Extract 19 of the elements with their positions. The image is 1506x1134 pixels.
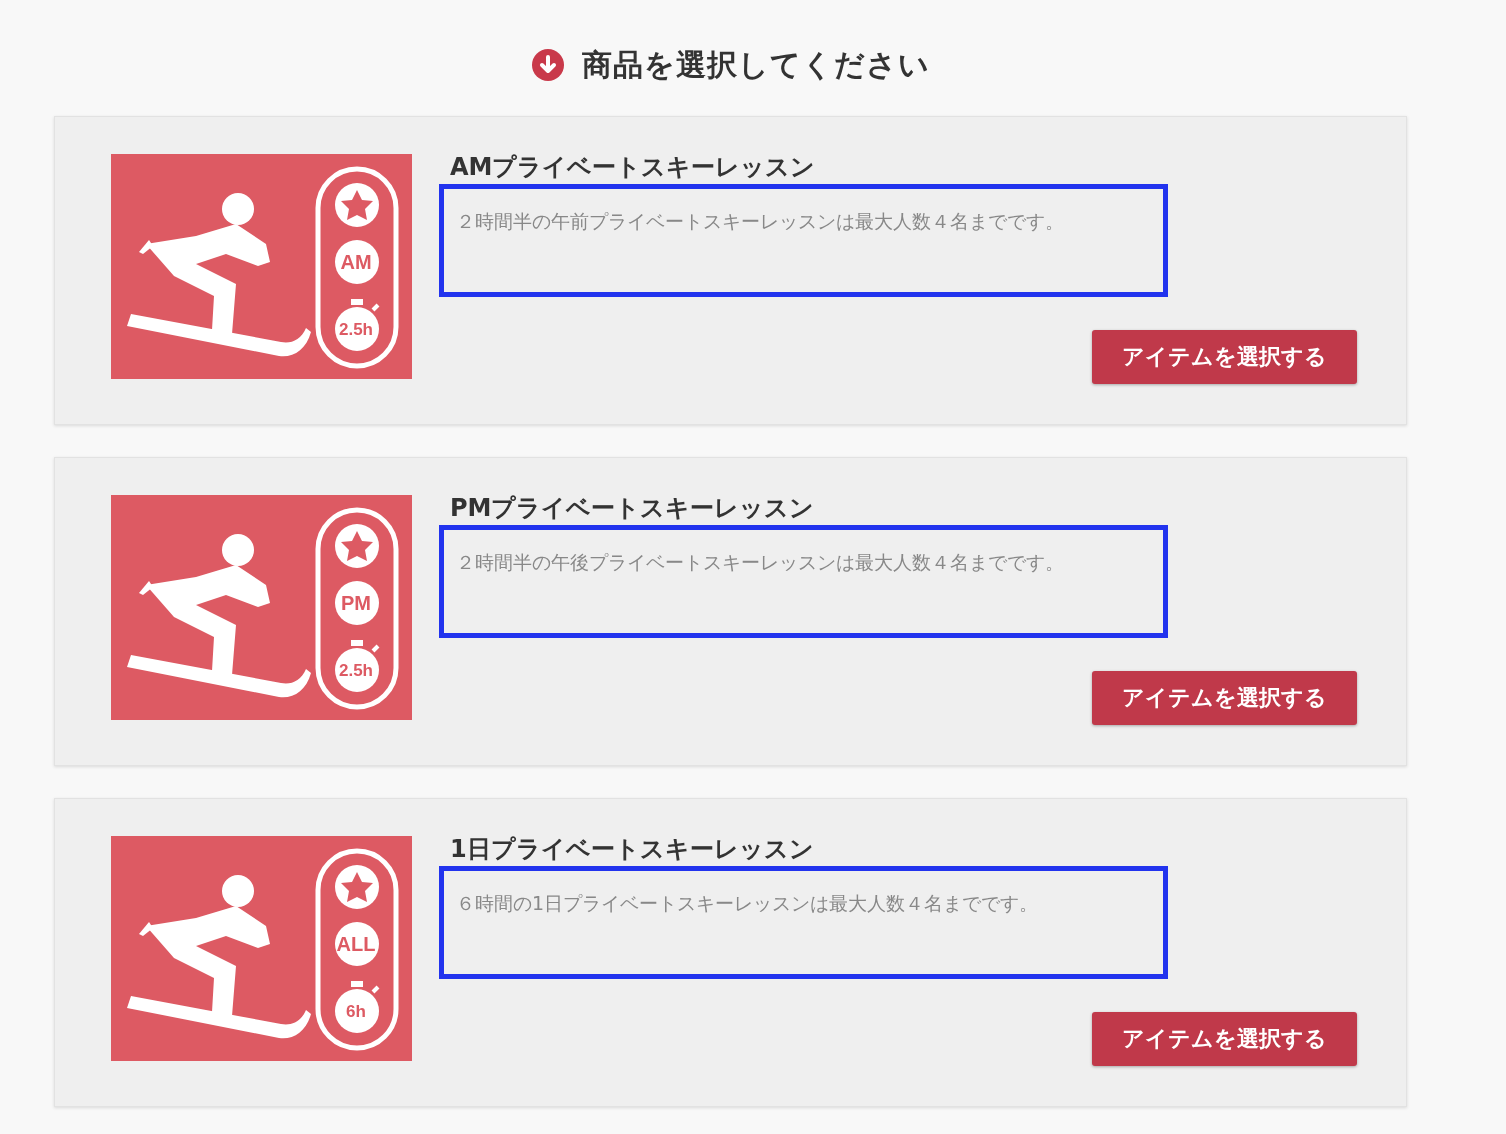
duration-label: 2.5h	[338, 320, 374, 340]
product-description: ６時間の1日プライベートスキーレッスンは最大人数４名までです。	[439, 866, 1168, 979]
period-label: PM	[340, 592, 372, 615]
product-title: PMプライベートスキーレッスン	[450, 495, 816, 521]
duration-label: 6h	[345, 1002, 367, 1022]
product-title: 1日プライベートスキーレッスン	[450, 836, 815, 862]
skier-icon	[127, 193, 311, 357]
select-item-button[interactable]: アイテムを選択する	[1092, 671, 1357, 725]
skier-icon	[127, 875, 311, 1039]
product-description: ２時間半の午後プライベートスキーレッスンは最大人数４名までです。	[439, 525, 1168, 638]
product-title: AMプライベートスキーレッスン	[450, 154, 817, 180]
period-label: AM	[339, 251, 373, 274]
product-description: ２時間半の午前プライベートスキーレッスンは最大人数４名までです。	[439, 184, 1168, 297]
duration-label: 2.5h	[338, 661, 374, 681]
period-label: ALL	[335, 933, 377, 956]
page-heading: 商品を選択してください	[581, 45, 930, 84]
select-item-button[interactable]: アイテムを選択する	[1092, 330, 1357, 384]
select-item-button[interactable]: アイテムを選択する	[1092, 1012, 1357, 1066]
skier-icon	[127, 534, 311, 698]
